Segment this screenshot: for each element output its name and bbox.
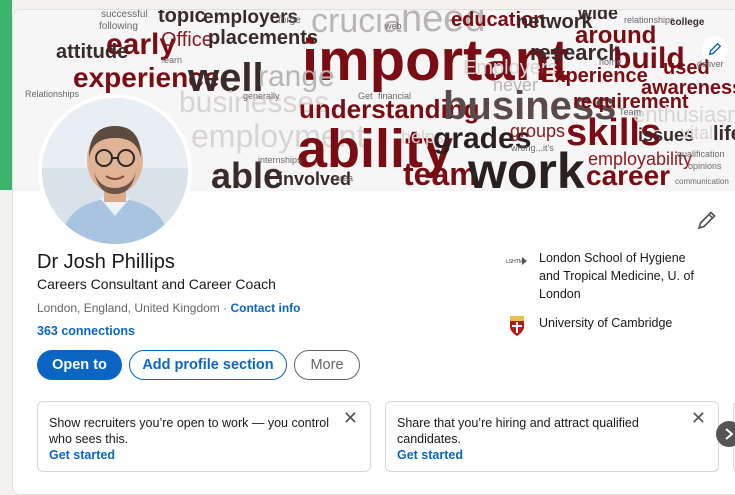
edit-banner-button[interactable] <box>702 36 728 62</box>
banner-word: learn <box>162 55 183 65</box>
location-text: London, England, United Kingdom <box>37 301 220 315</box>
lshtm-logo-icon: LSHTM <box>505 255 529 267</box>
pencil-icon <box>708 42 722 56</box>
banner-word: area <box>335 173 354 183</box>
banner-word: attitude <box>56 41 129 63</box>
close-icon[interactable]: ✕ <box>343 409 358 427</box>
banner-word: groups <box>510 121 566 141</box>
edit-intro-pencil-icon[interactable] <box>695 208 719 232</box>
banner-word: Office <box>161 29 213 51</box>
banner-word: generally <box>243 91 280 101</box>
banner-word: wrong...it's <box>511 143 554 153</box>
banner-word: communication <box>675 177 729 186</box>
carousel-next-button[interactable] <box>716 421 735 447</box>
avatar <box>42 98 188 244</box>
add-profile-section-button[interactable]: Add profile section <box>129 350 287 380</box>
banner-word: forge <box>278 15 301 26</box>
svg-text:LSHTM: LSHTM <box>506 259 523 265</box>
banner-word: internships <box>258 155 302 165</box>
banner-word: topic <box>158 10 206 27</box>
banner-word: Team <box>619 107 642 117</box>
hiring-notice: Share that you’re hiring and attract qua… <box>385 401 719 472</box>
banner-word: team <box>403 156 478 191</box>
open-to-work-notice: Show recruiters you’re open to work — yo… <box>37 401 371 472</box>
profile-photo[interactable] <box>38 94 192 248</box>
get-started-link[interactable]: Get started <box>49 447 342 463</box>
profile-headline: Careers Consultant and Career Coach <box>37 276 276 292</box>
education-school-name: University of Cambridge <box>539 316 673 330</box>
open-to-button[interactable]: Open to <box>37 350 122 380</box>
close-icon[interactable]: ✕ <box>691 409 706 427</box>
banner-word: successful <box>101 10 148 20</box>
banner-word: life <box>713 123 735 145</box>
notice-bold-text: Show recruiters you’re open to work <box>49 416 249 430</box>
get-started-link[interactable]: Get started <box>397 447 690 463</box>
profile-card: successful topic employers forge crucial… <box>12 9 735 495</box>
more-button[interactable]: More <box>294 350 360 380</box>
profile-name: Dr Josh Phillips <box>37 251 175 273</box>
chevron-right-icon <box>725 428 734 440</box>
cambridge-crest-icon <box>510 316 524 336</box>
location-separator: · <box>219 301 231 315</box>
education-school-name: London School of Hygiene and Tropical Me… <box>539 251 694 301</box>
banner-word: wide <box>578 10 619 23</box>
banner-word: opinions <box>688 161 722 171</box>
profile-location-line: London, England, United Kingdom · Contac… <box>37 301 300 315</box>
banner-word: Experience <box>541 65 648 87</box>
banner-word: Relationships <box>25 89 80 99</box>
background-accent-strip <box>0 0 12 190</box>
notice-bold-text: Share that you’re hiring <box>397 416 527 430</box>
contact-info-link[interactable]: Contact info <box>230 301 300 315</box>
banner-word: financial <box>378 91 412 101</box>
banner-word: qualification <box>677 149 725 159</box>
banner-word: Get <box>358 91 373 101</box>
connections-link[interactable]: 363 connections <box>37 324 135 338</box>
banner-word: college <box>670 17 705 28</box>
banner-word: home <box>599 57 622 67</box>
banner-word: enthusiasm <box>633 102 735 127</box>
